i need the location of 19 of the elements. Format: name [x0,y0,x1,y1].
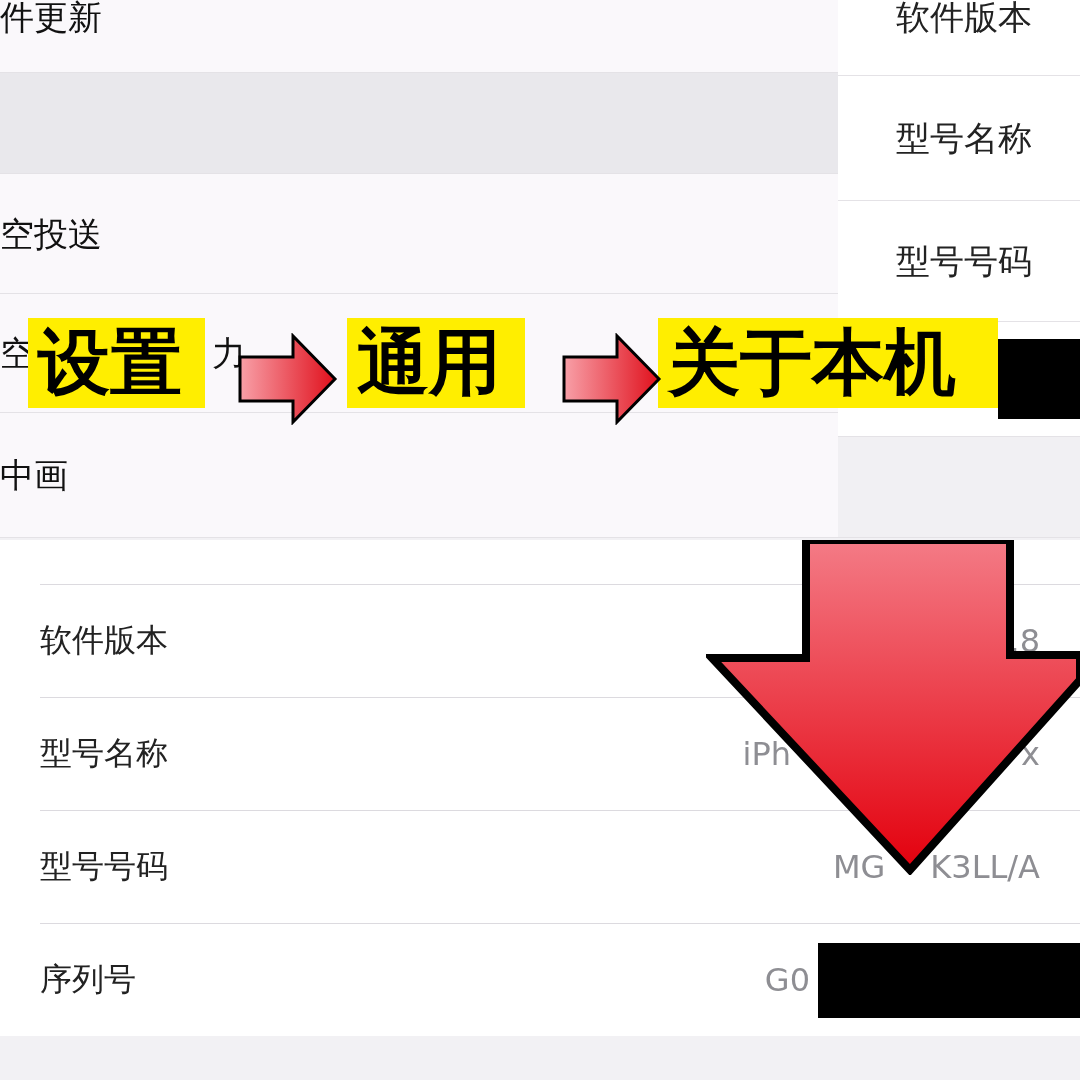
row-label: 软件版本 [896,0,1032,34]
row-label: 件更新 [0,0,102,34]
step-label: 关于本机 [658,318,998,408]
step-label: 设置 [28,318,205,408]
step-label: 通用 [347,318,525,408]
row-label: 中画 [0,458,68,493]
row-value: MG [832,848,886,886]
row-label: 型号号码 [896,244,1032,278]
row-value: K3LL/A [930,848,1040,886]
row-label: 型号名称 [896,121,1032,155]
row-label: 型号号码 [40,846,168,887]
row-label: 序列号 [40,959,136,1000]
row-value: iPh [742,735,792,773]
row-label: 空投送 [0,216,102,251]
arrow-icon [562,333,662,425]
row-label: 型号名称 [40,733,168,774]
row-label: 软件版本 [40,620,168,661]
row-value: G0 [764,961,810,999]
row-value: x [1021,735,1040,773]
